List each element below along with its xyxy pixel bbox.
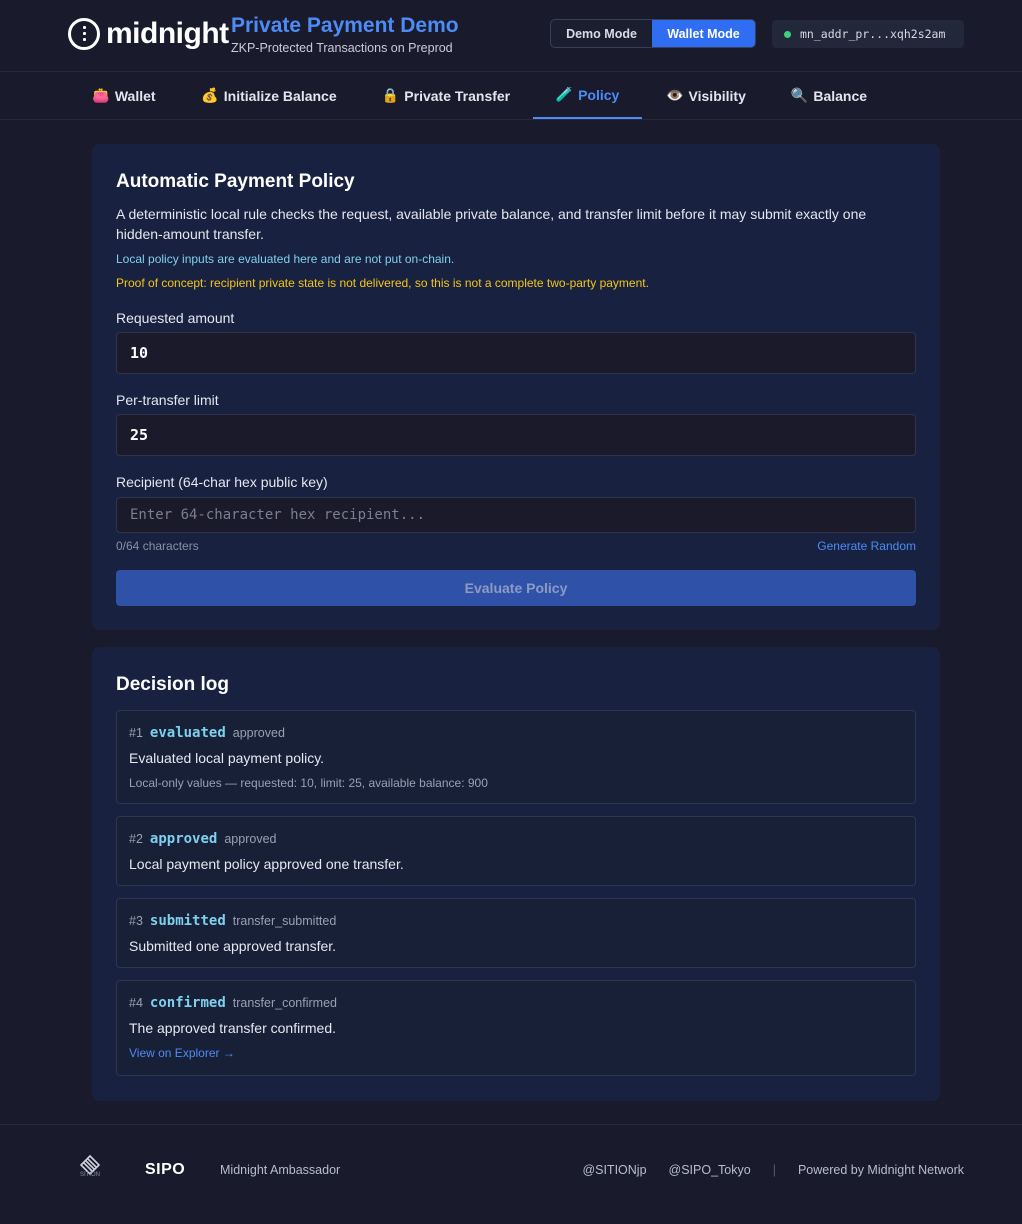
view-on-explorer-link[interactable]: View on Explorer →	[129, 1046, 235, 1060]
recipient-char-count: 0/64 characters	[116, 539, 199, 553]
log-entry-status: approved	[149, 831, 218, 847]
wallet-icon: 👛	[92, 87, 110, 103]
sipo-twitter-link[interactable]: @SIPO_Tokyo	[669, 1163, 751, 1177]
tab-label: Visibility	[688, 87, 746, 104]
powered-by-text: Powered by Midnight Network	[797, 1163, 964, 1177]
log-entry-status: evaluated	[149, 725, 226, 741]
midnight-logo-icon	[68, 18, 100, 50]
sipo-logo[interactable]: SIPO	[145, 1161, 185, 1179]
decision-log-card: Decision log #1 evaluated approved Evalu…	[92, 647, 940, 1101]
tab-label: Balance	[813, 87, 868, 104]
app-subtitle: ZKP-Protected Transactions on Preprod	[231, 41, 453, 55]
log-entry-message: Submitted one approved transfer.	[129, 938, 337, 954]
transfer-limit-input[interactable]: 25	[116, 414, 916, 456]
footer-links: @SITIONjp @SIPO_Tokyo | Powered by Midni…	[582, 1163, 964, 1177]
log-entry-kind: transfer_submitted	[232, 914, 337, 928]
log-entry-kind: approved	[224, 832, 277, 846]
tab-label: Initialize Balance	[223, 87, 337, 104]
demo-mode-button[interactable]: Demo Mode	[551, 20, 652, 47]
tab-label: Policy	[578, 86, 620, 103]
log-entry: #3 submitted transfer_submitted Submitte…	[116, 898, 916, 968]
log-entry-number: #2	[129, 832, 143, 846]
app-title: Private Payment Demo	[231, 14, 459, 37]
log-entry-status: confirmed	[149, 995, 226, 1011]
policy-title: Automatic Payment Policy	[116, 171, 355, 192]
test-tube-icon: 🧪	[555, 86, 574, 102]
tab-label: Wallet	[114, 87, 156, 104]
lock-icon: 🔒	[381, 87, 400, 103]
local-policy-note: Local policy inputs are evaluated here a…	[116, 252, 455, 266]
magnifier-icon: 🔍	[790, 87, 809, 103]
eye-icon: 👁️	[666, 87, 684, 103]
logo-wordmark: midnight	[106, 17, 229, 50]
log-entry: #4 confirmed transfer_confirmed The appr…	[116, 980, 916, 1076]
tab-label: Private Transfer	[404, 87, 511, 104]
sition-twitter-link[interactable]: @SITIONjp	[582, 1163, 646, 1177]
tab-initialize-balance[interactable]: 💰 Initialize Balance	[196, 72, 342, 119]
log-entry-status: submitted	[149, 913, 226, 929]
tab-private-transfer[interactable]: 🔒 Private Transfer	[376, 72, 516, 119]
log-entry: #2 approved approved Local payment polic…	[116, 816, 916, 886]
tab-visibility[interactable]: 👁️ Visibility	[659, 72, 753, 119]
log-entry-kind: approved	[232, 726, 285, 740]
log-entry: #1 evaluated approved Evaluated local pa…	[116, 710, 916, 804]
proof-of-concept-note: Proof of concept: recipient private stat…	[116, 276, 649, 290]
policy-description: A deterministic local rule checks the re…	[116, 206, 867, 242]
connected-status-icon	[784, 30, 791, 38]
app-footer: SITION SIPO Midnight Ambassador @SITIONj…	[0, 1124, 1022, 1224]
wallet-mode-button[interactable]: Wallet Mode	[652, 20, 755, 47]
decision-log-title: Decision log	[116, 674, 229, 695]
mode-toggle: Demo Mode Wallet Mode	[550, 19, 756, 48]
sition-caption: SITION	[80, 1172, 101, 1178]
evaluate-policy-button[interactable]: Evaluate Policy	[116, 570, 916, 606]
log-entry-message: The approved transfer confirmed.	[129, 1020, 336, 1036]
log-entry-message: Evaluated local payment policy.	[129, 750, 325, 766]
tab-wallet[interactable]: 👛 Wallet	[86, 72, 162, 119]
tab-policy[interactable]: 🧪 Policy	[533, 72, 642, 119]
ambassador-text: Midnight Ambassador	[220, 1163, 341, 1177]
money-bag-icon: 💰	[201, 87, 219, 103]
wallet-address-badge[interactable]: mn_addr_pr...xqh2s2am	[772, 20, 964, 48]
tab-balance[interactable]: 🔍 Balance	[784, 72, 874, 119]
log-entry-number: #3	[129, 914, 143, 928]
app-header: midnight Private Payment Demo ZKP-Protec…	[0, 0, 1022, 72]
generate-random-link[interactable]: Generate Random	[817, 539, 916, 553]
recipient-label: Recipient (64-char hex public key)	[116, 474, 328, 490]
log-entry-kind: transfer_confirmed	[232, 996, 337, 1010]
recipient-input[interactable]: Enter 64-character hex recipient...	[116, 497, 916, 533]
policy-card: Automatic Payment Policy A deterministic…	[92, 144, 940, 630]
main-tabs: 👛 Wallet 💰 Initialize Balance 🔒 Private …	[0, 72, 1022, 120]
requested-amount-input[interactable]: 10	[116, 332, 916, 374]
midnight-logo[interactable]: midnight	[68, 18, 229, 50]
wallet-address: mn_addr_pr...xqh2s2am	[800, 27, 946, 41]
log-entry-detail: Local-only values — requested: 10, limit…	[129, 776, 488, 790]
transfer-limit-label: Per-transfer limit	[116, 392, 219, 408]
footer-separator: |	[772, 1163, 776, 1177]
log-entry-number: #4	[129, 996, 143, 1010]
log-entry-message: Local payment policy approved one transf…	[129, 856, 404, 872]
requested-amount-label: Requested amount	[116, 310, 235, 326]
log-entry-number: #1	[129, 726, 143, 740]
sition-logo-icon[interactable]	[78, 1153, 102, 1185]
